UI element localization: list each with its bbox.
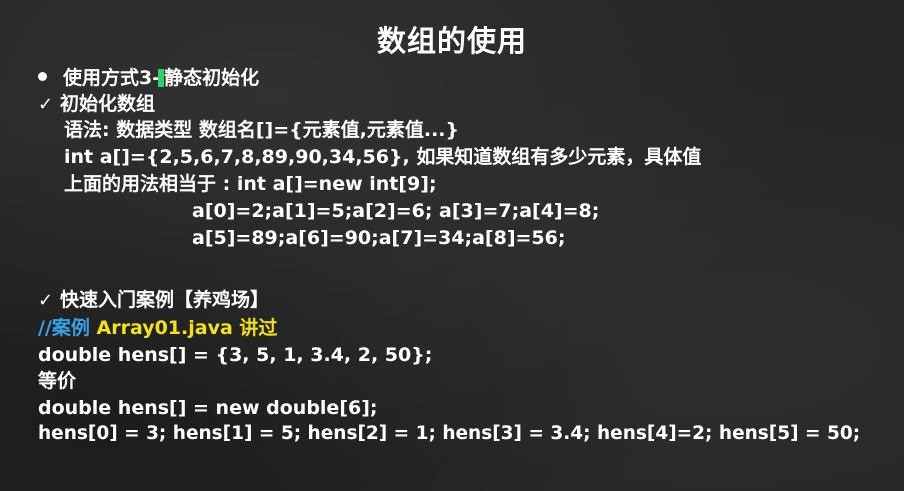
section-heading-init-array: 初始化数组 [60, 93, 156, 115]
section-heading-quick-start: 快速入门案例【养鸡场】 [60, 289, 270, 311]
comment-prefix: //案例 [38, 317, 90, 339]
bullet-item-init-method: 使用方式3- 静态初始化 [38, 66, 259, 90]
check-item-quick-start: ✓ 快速入门案例【养鸡场】 [38, 288, 269, 313]
text-cursor-icon [158, 68, 165, 87]
assignment-line-1: a[0]=2;a[1]=5;a[2]=6; a[3]=7;a[4]=8; [192, 200, 600, 222]
slide: 数组的使用 使用方式3- 静态初始化 ✓ 初始化数组 语法: 数据类型 数组名[]=… [0, 0, 904, 491]
slide-title: 数组的使用 [376, 24, 527, 58]
checkmark-icon: ✓ [38, 290, 54, 311]
comment-filename: Array01.java 讲过 [96, 317, 278, 339]
bullet-text-a: 使用方式3- [63, 67, 161, 89]
code-line-1: double hens[] = {3, 5, 1, 3.4, 2, 50}; [38, 344, 433, 366]
code-comment-line: //案例 Array01.java 讲过 [38, 316, 277, 340]
code-line-3: hens[0] = 3; hens[1] = 5; hens[2] = 1; h… [38, 423, 861, 444]
bullet-text-b: 静态初始化 [164, 67, 260, 89]
assignment-line-2: a[5]=89;a[6]=90;a[7]=34;a[8]=56; [192, 227, 566, 249]
bullet-dot-icon [38, 72, 47, 81]
equivalent-line: 上面的用法相当于 : int a[]=new int[9]; [64, 173, 437, 195]
equivalent-label: 等价 [38, 370, 77, 392]
code-line-2: double hens[] = new double[6]; [38, 397, 378, 419]
check-item-init-array: ✓ 初始化数组 [38, 92, 155, 117]
syntax-line: 语法: 数据类型 数组名[]={元素值,元素值...} [64, 119, 460, 141]
checkmark-icon: ✓ [38, 94, 54, 115]
example-line: int a[]={2,5,6,7,8,89,90,34,56}, 如果知道数组有… [64, 146, 702, 168]
